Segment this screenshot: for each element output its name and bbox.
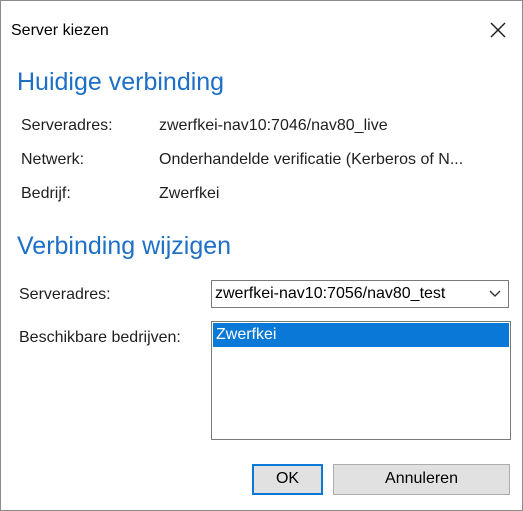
current-connection-heading: Huidige verbinding — [17, 68, 225, 96]
network-label: Netwerk: — [21, 151, 85, 168]
server-address-select[interactable]: zwerfkei-nav10:7056/nav80_test — [211, 280, 509, 308]
cancel-button[interactable]: Annuleren — [333, 464, 510, 495]
change-connection-heading: Verbinding wijzigen — [17, 232, 232, 260]
company-value: Zwerfkei — [159, 185, 220, 202]
available-companies-list[interactable]: Zwerfkei — [211, 321, 511, 440]
chevron-down-icon — [489, 290, 501, 297]
server-kiezen-dialog: Server kiezen Huidige verbinding Servera… — [0, 0, 523, 511]
new-server-label: Serveradres: — [19, 286, 111, 303]
company-label: Bedrijf: — [21, 185, 71, 202]
close-icon — [490, 22, 506, 38]
ok-button[interactable]: OK — [252, 464, 323, 495]
network-value: Onderhandelde verificatie (Kerberos of N… — [159, 151, 464, 168]
current-server-value: zwerfkei-nav10:7046/nav80_live — [159, 117, 388, 134]
dialog-title: Server kiezen — [11, 22, 109, 39]
list-item-label: Zwerfkei — [216, 326, 277, 343]
current-server-label: Serveradres: — [21, 117, 113, 134]
close-button[interactable] — [485, 17, 511, 43]
server-address-selected-value: zwerfkei-nav10:7056/nav80_test — [215, 285, 446, 302]
list-item[interactable]: Zwerfkei — [213, 323, 509, 347]
available-companies-label: Beschikbare bedrijven: — [19, 329, 181, 346]
